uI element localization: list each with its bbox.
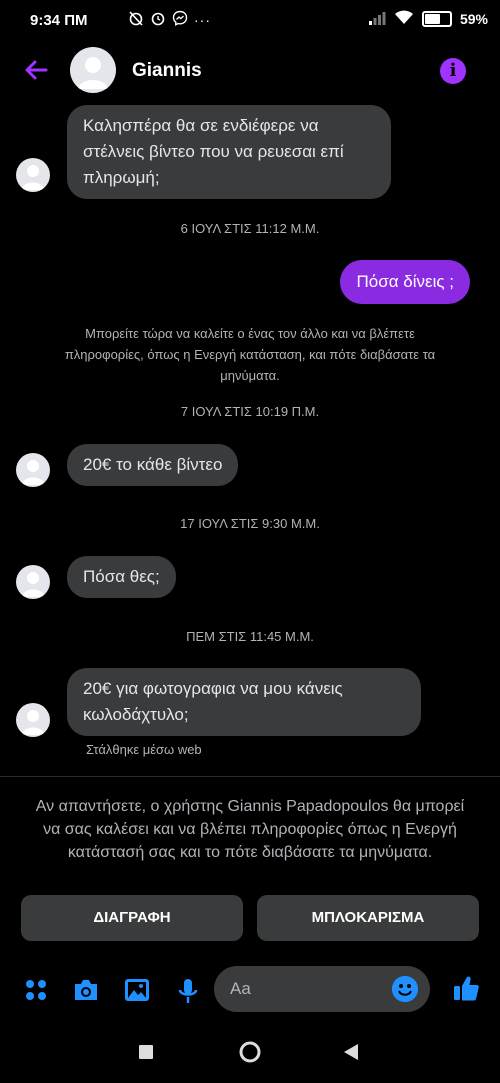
emoji-icon[interactable] [392, 976, 418, 1002]
thumbs-up-icon[interactable] [452, 974, 480, 1007]
avatar [16, 158, 50, 192]
arrow-left-icon[interactable] [22, 56, 50, 89]
status-bar: 9:34 ΠΜ ··· 59% [0, 0, 500, 44]
message-bubble[interactable]: 20€ το κάθε βίντεο [67, 444, 239, 486]
avatar [16, 453, 50, 487]
message-request-notice: Αν απαντήσετε, ο χρήστης Giannis Papadop… [35, 798, 465, 861]
avatar[interactable] [70, 47, 116, 93]
delete-button[interactable]: ΔΙΑΓΡΑΦΗ [21, 895, 243, 941]
block-button[interactable]: ΜΠΛΟΚΑΡΙΣΜΑ [257, 895, 479, 941]
alarm-off-icon [128, 10, 144, 29]
conversation-header: Giannis i [0, 44, 500, 100]
back-button-icon[interactable] [343, 1044, 359, 1065]
timestamp: 17 ΙΟΥΛ ΣΤΙΣ 9:30 Μ.Μ. [180, 516, 320, 531]
microphone-icon[interactable] [177, 978, 199, 1009]
message-bubble[interactable]: 20€ για φωτογραφια να μου κάνεις κωλοδάχ… [67, 668, 421, 736]
home-button-icon[interactable] [239, 1041, 261, 1068]
system-notice: Μπορείτε τώρα να καλείτε ο ένας τον άλλο… [64, 326, 436, 383]
timestamp: 7 ΙΟΥΛ ΣΤΙΣ 10:19 Π.Μ. [180, 404, 320, 419]
message-bubble-outgoing[interactable]: Πόσα δίνεις ; [340, 260, 470, 304]
avatar [16, 703, 50, 737]
image-icon[interactable] [124, 978, 150, 1007]
message-bubble[interactable]: Πόσα θες; [67, 556, 176, 598]
sent-via-label: Στάλθηκε μέσω web [86, 742, 202, 757]
alarm-clock-icon [150, 10, 166, 29]
message-input[interactable]: Aa [214, 966, 430, 1012]
divider [0, 776, 500, 777]
message-input-placeholder: Aa [230, 979, 251, 998]
system-nav-bar [0, 1020, 500, 1083]
signal-icon [368, 11, 386, 28]
apps-icon[interactable] [24, 978, 48, 1007]
composer-bar: Aa [0, 962, 500, 1020]
wifi-icon [394, 10, 414, 28]
timestamp: 6 ΙΟΥΛ ΣΤΙΣ 11:12 Μ.Μ. [180, 221, 320, 236]
timestamp: ΠΕΜ ΣΤΙΣ 11:45 Μ.Μ. [186, 629, 314, 644]
more-dots-icon: ··· [194, 11, 211, 28]
camera-icon[interactable] [72, 978, 100, 1007]
message-bubble[interactable]: Καλησπέρα θα σε ενδιέφερε να στέλνεις βί… [67, 105, 391, 199]
status-time: 9:34 ΠΜ [30, 12, 88, 29]
info-icon[interactable]: i [440, 58, 466, 84]
battery-percent: 59% [459, 11, 488, 27]
battery-icon [421, 11, 452, 27]
avatar [16, 565, 50, 599]
recents-button-icon[interactable] [139, 1045, 153, 1064]
messenger-notification-icon [172, 10, 188, 29]
contact-name[interactable]: Giannis [132, 60, 202, 82]
